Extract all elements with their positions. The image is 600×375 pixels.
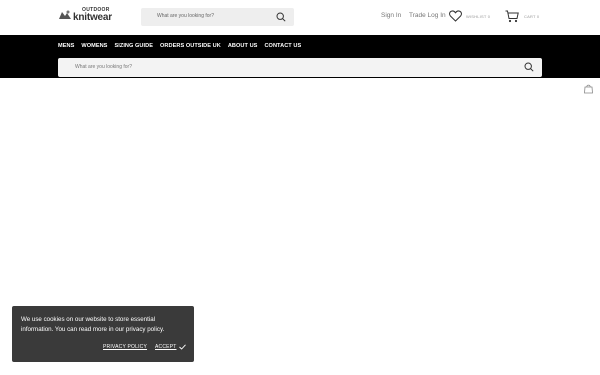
header-search-placeholder: What are you looking for? [157, 13, 214, 19]
sign-in-link[interactable]: Sign In [381, 12, 401, 19]
search-icon[interactable] [276, 12, 286, 22]
site-header: OUTDOOR knitwear What are you looking fo… [0, 0, 600, 35]
cookie-message: We use cookies on our website to store e… [21, 316, 165, 333]
heart-icon[interactable] [449, 10, 462, 22]
cart-icon[interactable] [505, 10, 519, 23]
header-search-input[interactable]: What are you looking for? [141, 8, 294, 26]
main-nav: MENS WOMENS SIZING GUIDE ORDERS OUTSIDE … [58, 43, 308, 49]
main-search-placeholder: What are you looking for? [75, 64, 132, 70]
nav-item-contact-us[interactable]: CONTACT US [264, 43, 301, 49]
site-logo[interactable]: OUTDOOR knitwear [58, 7, 118, 27]
nav-item-about-us[interactable]: ABOUT US [228, 43, 258, 49]
logo-mark-icon [59, 10, 71, 19]
wishlist-link[interactable]: WISHLIST 0 [466, 14, 490, 19]
main-search-input[interactable]: What are you looking for? [58, 58, 542, 77]
nav-item-sizing-guide[interactable]: SIZING GUIDE [114, 43, 153, 49]
trade-login-link[interactable]: Trade Log In [409, 12, 446, 19]
accept-cookies-button[interactable]: ACCEPT [155, 344, 176, 350]
privacy-policy-link[interactable]: PRIVACY POLICY [103, 344, 147, 350]
logo-main-text: knitwear [73, 12, 112, 23]
nav-item-orders-outside-uk[interactable]: ORDERS OUTSIDE UK [160, 43, 221, 49]
nav-item-mens[interactable]: MENS [58, 43, 74, 49]
bag-icon[interactable] [583, 83, 594, 94]
cart-link[interactable]: CART 0 [524, 14, 539, 19]
cookie-banner: We use cookies on our website to store e… [12, 306, 194, 362]
nav-item-womens[interactable]: WOMENS [81, 43, 107, 49]
navigation-bar: MENS WOMENS SIZING GUIDE ORDERS OUTSIDE … [0, 35, 600, 78]
checkmark-icon[interactable] [179, 344, 186, 350]
search-icon[interactable] [524, 62, 534, 72]
